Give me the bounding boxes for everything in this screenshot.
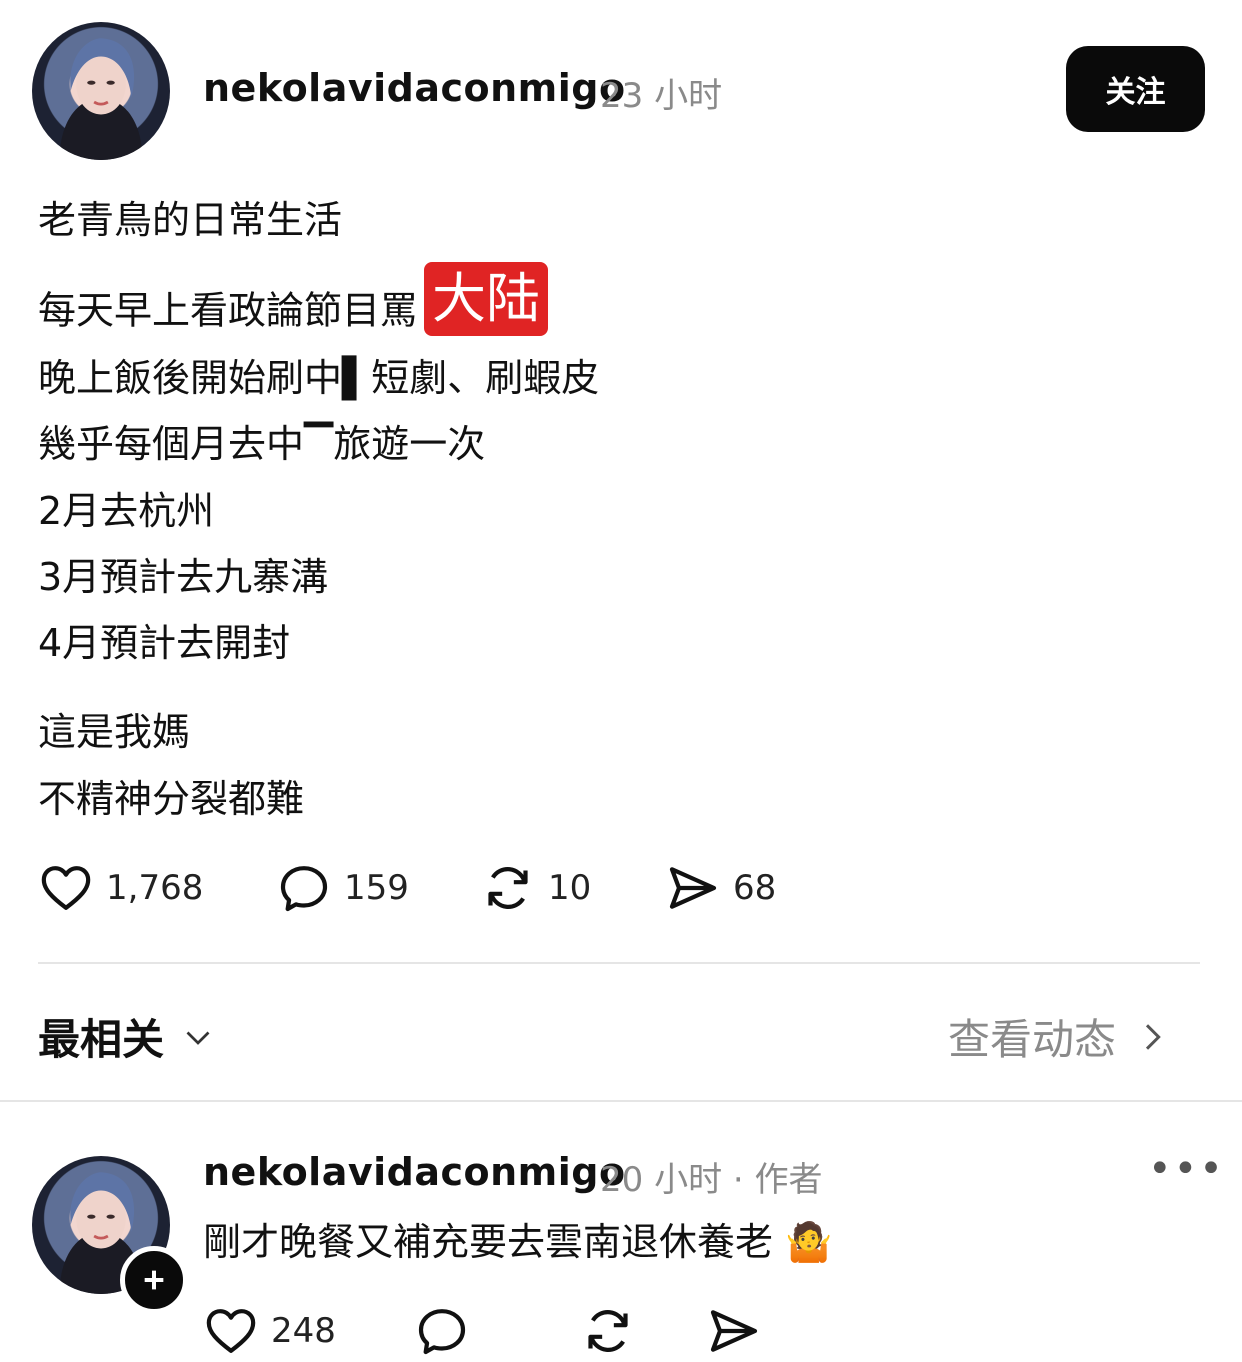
post-text-line: 這是我媽 [38,710,191,754]
reply-comment-button[interactable] [414,1303,482,1359]
divider [0,1100,1242,1102]
sort-label: 最相关 [38,1015,165,1064]
divider [38,962,1200,964]
like-count: 1,768 [106,868,204,908]
post-text-segment: 每天早上看政論節目罵 [38,288,419,333]
post-avatar[interactable] [32,22,170,160]
repost-icon [488,867,528,909]
chevron-down-icon [186,1031,210,1045]
reply-repost-button[interactable] [580,1303,648,1359]
post-text-line: 3月預計去九寨溝 [38,555,329,599]
avatar-portrait-icon [59,38,143,160]
more-options-icon[interactable]: ••• [1148,1146,1225,1192]
chevron-right-icon [1145,1023,1161,1050]
heart-icon [41,866,91,910]
post-text-line: 不精神分裂都難 [38,777,305,821]
post-text-line: 每天早上看政論節目罵 大陆 [38,262,549,350]
comment-count: 159 [344,868,409,908]
heart-icon [206,1309,256,1353]
share-button[interactable]: 68 [665,860,776,916]
reply-like-button[interactable]: 248 [203,1303,336,1359]
post-text-line: 晚上飯後開始刷中▌短劇、刷蝦皮 [38,356,600,400]
post-text-line: 幾乎每個月去中▔旅遊一次 [38,422,486,466]
post-text-line: 4月預計去開封 [38,621,291,665]
repost-button[interactable]: 10 [480,860,591,916]
comment-bubble-icon [418,1309,466,1355]
share-count: 68 [733,868,777,908]
view-activity-label: 查看动态 [948,1015,1117,1064]
view-activity-link[interactable]: 查看动态 [948,1006,1172,1067]
reply-share-button[interactable] [706,1303,774,1359]
follow-button[interactable]: 关注 [1066,46,1205,132]
post-timestamp: 23 小时 [600,76,723,116]
comment-button[interactable]: 159 [276,860,409,916]
post-text-line: 2月去杭州 [38,489,215,533]
like-button[interactable]: 1,768 [38,860,203,916]
highlight-badge: 大陆 [424,262,549,336]
follow-plus-button[interactable] [120,1246,188,1314]
reply-text: 剛才晚餐又補充要去雲南退休養老 🤷 [203,1220,833,1264]
post-username[interactable]: nekolavidaconmigo [203,66,626,110]
repost-icon [588,1310,628,1352]
send-icon [710,1310,758,1352]
repost-count: 10 [548,868,592,908]
post-text-line: 老青鳥的日常生活 [38,198,343,242]
plus-icon [144,1270,164,1290]
sort-dropdown[interactable]: 最相关 [38,1006,216,1067]
send-icon [669,867,717,909]
reply-meta: 20 小时 · 作者 [600,1160,823,1200]
comment-bubble-icon [280,866,328,912]
reply-username[interactable]: nekolavidaconmigo [203,1150,626,1194]
reply-like-count: 248 [271,1311,336,1351]
